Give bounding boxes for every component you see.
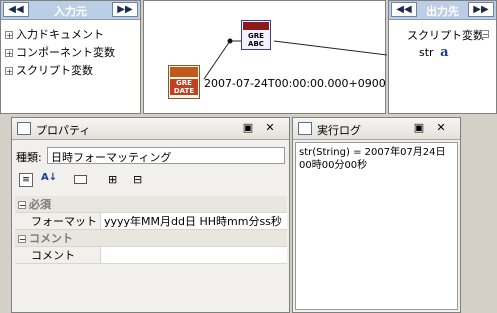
property-grid: − 必須 フォーマット yyyy年MM月dd日 HH時mm分ss秒 − コメント コ… xyxy=(15,196,287,264)
section-header[interactable]: − コメント xyxy=(15,229,287,247)
type-field[interactable]: 日時フォーマッティング xyxy=(47,147,285,164)
expand-icon[interactable]: + xyxy=(5,31,13,40)
property-key: フォーマット xyxy=(15,212,101,230)
format-icon-text: GRE ABC xyxy=(248,32,264,48)
output-pane: ◀◀ 出力先 ▶▶ スクリプト変数 − str a xyxy=(388,0,497,114)
mapping-canvas[interactable]: GRE ABC GRE DATE 2007-07-24T00:00:00.000… xyxy=(143,0,387,114)
link-line xyxy=(203,40,231,80)
expand-icon[interactable]: + xyxy=(5,67,13,76)
log-content[interactable]: str(String) = 2007年07月24日 00時00分00秒 xyxy=(295,142,458,310)
output-pane-header: ◀◀ 出力先 ▶▶ xyxy=(389,1,496,20)
alphabetical-sort-icon[interactable]: A↓ xyxy=(41,172,57,183)
close-button[interactable]: ✕ xyxy=(263,122,277,135)
output-next-button[interactable]: ▶▶ xyxy=(468,2,494,17)
date-value-label: 2007-07-24T00:00:00.000+0900 xyxy=(204,77,386,90)
section-header[interactable]: − 必須 xyxy=(15,196,287,213)
property-row-format[interactable]: フォーマット yyyy年MM月dd日 HH時mm分ss秒 xyxy=(15,212,287,230)
input-next-button[interactable]: ▶▶ xyxy=(112,2,138,17)
tree-item-label: コンポーネント変数 xyxy=(16,46,115,59)
categorized-view-icon[interactable]: ≡ xyxy=(19,173,33,187)
input-pane-header: ◀◀ 入力元 ▶▶ xyxy=(1,1,140,20)
tree-item-label: 入力ドキュメント xyxy=(16,28,104,41)
properties-titlebar: プロパティ ▣ ✕ xyxy=(12,118,289,140)
format-value-field[interactable]: yyyy年MM月dd日 HH時mm分ss秒 xyxy=(100,212,287,230)
log-panel: 実行ログ ▣ ✕ str(String) = 2007年07月24日 00時00… xyxy=(292,117,461,313)
tree-item-label: スクリプト変数 xyxy=(16,64,93,77)
expand-icon[interactable]: + xyxy=(5,49,13,58)
property-key: コメント xyxy=(15,246,101,264)
string-var-icon: a xyxy=(440,45,449,60)
properties-title: プロパティ xyxy=(36,124,91,137)
property-row-comment[interactable]: コメント xyxy=(15,246,287,264)
tree-item-script-var[interactable]: + スクリプト変数 xyxy=(5,62,93,80)
output-group-label[interactable]: スクリプト変数 xyxy=(407,27,484,43)
close-button[interactable]: ✕ xyxy=(434,122,448,135)
type-label: 種類: xyxy=(16,151,42,164)
properties-icon xyxy=(17,122,31,135)
date-function-icon[interactable]: GRE DATE xyxy=(168,65,200,99)
link-line xyxy=(273,40,387,56)
expand-all-icon[interactable]: ⊞ xyxy=(108,173,117,186)
collapse-icon[interactable]: − xyxy=(18,201,26,210)
section-row-required[interactable]: − 必須 xyxy=(15,196,287,213)
log-titlebar: 実行ログ ▣ ✕ xyxy=(293,118,460,140)
collapse-icon[interactable]: − xyxy=(18,235,26,244)
collapse-all-icon[interactable]: ⊟ xyxy=(133,173,142,186)
section-row-comment[interactable]: − コメント xyxy=(15,229,287,247)
restore-button[interactable]: ▣ xyxy=(241,122,255,135)
tree-item-component-var[interactable]: + コンポーネント変数 xyxy=(5,44,115,62)
var-name: str xyxy=(419,46,434,59)
tree-item-input-document[interactable]: + 入力ドキュメント xyxy=(5,26,104,44)
date-icon-text: GRE DATE xyxy=(170,79,198,95)
format-function-icon[interactable]: GRE ABC xyxy=(241,20,271,50)
log-title: 実行ログ xyxy=(317,124,361,137)
link-node xyxy=(227,38,233,44)
restore-button[interactable]: ▣ xyxy=(412,122,426,135)
log-text: str(String) = 2007年07月24日 00時00分00秒 xyxy=(299,147,446,171)
comment-value-field[interactable] xyxy=(100,246,287,264)
log-icon xyxy=(298,122,312,135)
output-var-str[interactable]: str a xyxy=(419,45,449,60)
properties-panel: プロパティ ▣ ✕ 種類: 日時フォーマッティング ≡ A↓ ⊞ ⊟ − 必須 フ… xyxy=(11,117,290,313)
property-pages-icon[interactable] xyxy=(74,175,87,184)
input-pane: ◀◀ 入力元 ▶▶ + 入力ドキュメント + コンポーネント変数 + スクリプト変数 xyxy=(0,0,141,114)
collapse-icon[interactable]: − xyxy=(481,30,489,39)
